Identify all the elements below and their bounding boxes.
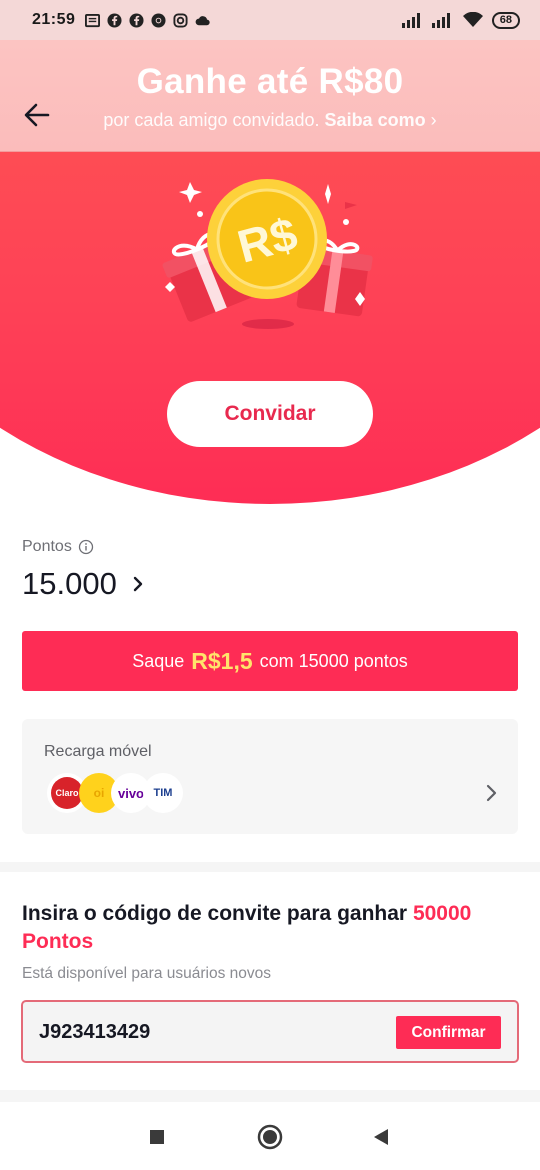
system-icons: 68: [401, 11, 520, 29]
invite-code-subtitle: Está disponível para usuários novos: [22, 965, 272, 982]
cashout-suffix: com 15000 pontos: [259, 650, 408, 671]
invite-code-input[interactable]: [39, 1016, 379, 1048]
signal-icon: [431, 13, 450, 28]
facebook-icon: [107, 12, 122, 28]
carrier-logos: Claro oi vivo TIM: [47, 773, 187, 813]
home-circle-icon[interactable]: [255, 1122, 285, 1152]
points-value: 15.000: [22, 566, 117, 601]
points-label-row: Pontos: [22, 538, 94, 556]
cashout-amount: R$1,5: [191, 647, 253, 674]
recharge-label: Recarga móvel: [44, 743, 152, 760]
header-subtitle: por cada amigo convidado. Saiba como ›: [0, 110, 540, 131]
page-title: Ganhe até R$80: [136, 62, 404, 101]
invite-hero: R$ Convidar: [0, 152, 540, 504]
status-time: 21:59: [32, 11, 76, 28]
invite-button[interactable]: Convidar: [167, 381, 373, 447]
cashout-button[interactable]: Saque R$1,5 com 15000 pontos: [22, 631, 518, 691]
chevron-right-icon: ›: [430, 110, 437, 130]
section-divider: [0, 862, 540, 872]
notification-icons: [85, 12, 211, 28]
points-balance[interactable]: 15.000: [22, 566, 145, 602]
points-label: Pontos: [22, 538, 72, 555]
coin-gift-illustration-icon: R$: [162, 179, 373, 329]
news-icon: [85, 13, 101, 27]
cashout-prefix: Saque: [132, 650, 185, 671]
recents-square-icon[interactable]: [142, 1122, 172, 1152]
wifi-icon: [462, 12, 483, 27]
mobile-recharge-card[interactable]: Recarga móvel Claro oi vivo TIM: [22, 719, 518, 834]
chrome-icon: [151, 12, 166, 28]
tim-logo: TIM: [143, 773, 183, 813]
promo-header: Ganhe até R$80 por cada amigo convidado.…: [0, 40, 540, 152]
back-triangle-icon[interactable]: [366, 1122, 396, 1152]
signal-icon: [401, 13, 420, 28]
section-divider: [0, 1090, 540, 1102]
facebook-icon: [129, 12, 144, 28]
invite-code-title: Insira o código de convite para ganhar 5…: [22, 900, 518, 956]
confirm-button[interactable]: Confirmar: [396, 1016, 501, 1049]
info-icon[interactable]: [78, 539, 94, 555]
invite-code-title-text: Insira o código de convite para ganhar: [22, 902, 408, 925]
status-bar: 21:59 68: [0, 0, 540, 40]
cloud-icon: [196, 15, 211, 25]
invite-code-box: Confirmar: [21, 1000, 519, 1063]
header-subtitle-text: por cada amigo convidado.: [103, 110, 320, 130]
chevron-right-icon: [133, 576, 143, 592]
chevron-right-icon: [486, 784, 497, 802]
battery-level: 68: [491, 11, 520, 29]
learn-more-link[interactable]: Saiba como: [325, 110, 426, 130]
instagram-icon: [173, 12, 188, 28]
system-nav-bar: [0, 1104, 540, 1170]
